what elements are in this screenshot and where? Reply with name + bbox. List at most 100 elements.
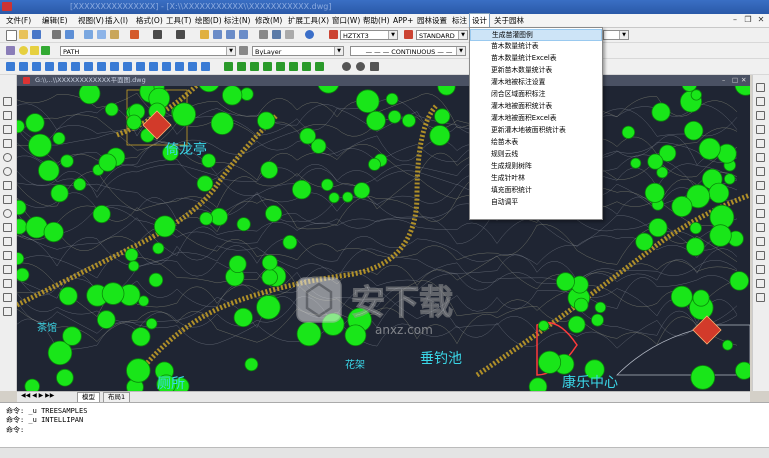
list-icon[interactable]: [201, 62, 210, 71]
menu-item-tree-count-table[interactable]: 苗木数量统计表: [470, 41, 602, 53]
design-center-icon[interactable]: [272, 30, 281, 39]
command-window[interactable]: 命令: _u TREESAMPLES 命令: _u INTELLIPAN 命令:: [0, 402, 769, 448]
close-icon[interactable]: ✕: [756, 15, 766, 25]
restore-icon[interactable]: ❐: [743, 15, 753, 25]
ellipse-tool-icon[interactable]: [3, 209, 12, 218]
zoom-window-icon[interactable]: [226, 30, 235, 39]
row-tool-icon[interactable]: [289, 62, 298, 71]
doc-restore-icon[interactable]: □: [732, 75, 738, 86]
make-block-tool-icon[interactable]: [3, 237, 12, 246]
polyline-icon[interactable]: [32, 62, 41, 71]
trim-tool-icon[interactable]: [756, 209, 765, 218]
scale-tool-icon[interactable]: [315, 62, 324, 71]
extend-tool-icon[interactable]: [756, 223, 765, 232]
break-tool-icon[interactable]: [756, 237, 765, 246]
menu-design[interactable]: 设计: [469, 13, 490, 28]
menu-item-closed-area-label[interactable]: 闭合区域面积标注: [470, 89, 602, 101]
paste-icon[interactable]: [110, 30, 119, 39]
dimension-icon[interactable]: [149, 62, 158, 71]
replace-tool-icon[interactable]: [302, 62, 311, 71]
menu-item-shrub-area-table[interactable]: 灌木地被面积统计表: [470, 101, 602, 113]
menu-annotate[interactable]: 标注: [450, 14, 469, 27]
help-icon[interactable]: [305, 30, 314, 39]
menu-item-shrub-area-excel[interactable]: 灌木地被面积Excel表: [470, 113, 602, 125]
block-icon[interactable]: [110, 62, 119, 71]
line-tool-icon[interactable]: [3, 97, 12, 106]
menu-item-generate-legend[interactable]: 生成苗灌图例: [470, 29, 602, 41]
table-style-select[interactable]: ▼: [603, 30, 629, 40]
circle-icon[interactable]: [45, 62, 54, 71]
print-preview-icon[interactable]: [65, 30, 74, 39]
gradient-tool-icon[interactable]: [3, 279, 12, 288]
new-file-icon[interactable]: [6, 30, 17, 41]
menu-item-shrub-label-settings[interactable]: 灌木地被标注设置: [470, 77, 602, 89]
menu-item-update-shrub-area[interactable]: 更新灌木地被面积统计表: [470, 125, 602, 137]
menu-file[interactable]: 文件(F): [4, 14, 33, 27]
doc-close-icon[interactable]: ✕: [741, 75, 746, 86]
zoom-previous-icon[interactable]: [239, 30, 248, 39]
menu-window[interactable]: 窗口(W): [330, 14, 362, 27]
shrub-tool-icon[interactable]: [237, 62, 246, 71]
mirror-tool-icon[interactable]: [756, 111, 765, 120]
command-prompt[interactable]: 命令:: [6, 426, 24, 435]
circle-tool-icon[interactable]: [3, 167, 12, 176]
polygon-icon[interactable]: [84, 62, 93, 71]
drawing-canvas[interactable]: 倚龙亭 茶馆 垂钓池 厕所 康乐中心 花架 安下载 anxz.com: [17, 75, 750, 391]
print-icon[interactable]: [52, 30, 61, 39]
stretch-tool-icon[interactable]: [756, 195, 765, 204]
menu-item-auto-level[interactable]: 自动调平: [470, 197, 602, 209]
fillet-tool-icon[interactable]: [756, 279, 765, 288]
table-tool-icon[interactable]: [3, 307, 12, 316]
point-tool-icon[interactable]: [3, 251, 12, 260]
options-gear-icon[interactable]: [356, 62, 365, 71]
rectangle-tool-icon[interactable]: [3, 139, 12, 148]
measure-icon[interactable]: [175, 62, 184, 71]
spline-tool-icon[interactable]: [3, 195, 12, 204]
undo-icon[interactable]: [153, 30, 162, 39]
text-style-select[interactable]: HZTXT3 ▼: [340, 30, 398, 40]
settings-gear-icon[interactable]: [342, 62, 351, 71]
arc-icon[interactable]: [58, 62, 67, 71]
table-icon[interactable]: [162, 62, 171, 71]
menu-item-tree-array[interactable]: 生成规则树阵: [470, 161, 602, 173]
layer-manager-icon[interactable]: [6, 46, 15, 55]
menu-view[interactable]: 视图(V): [76, 14, 106, 27]
menu-dimension[interactable]: 标注(N): [222, 14, 252, 27]
menu-edit[interactable]: 编辑(E): [40, 14, 70, 27]
menu-insert[interactable]: 插入(I): [103, 14, 130, 27]
chamfer-tool-icon[interactable]: [756, 265, 765, 274]
menu-format[interactable]: 格式(O): [134, 14, 165, 27]
match-properties-icon[interactable]: [130, 30, 139, 39]
explode-tool-icon[interactable]: [756, 293, 765, 302]
insert-block-tool-icon[interactable]: [3, 223, 12, 232]
properties-icon[interactable]: [259, 30, 268, 39]
menu-draw[interactable]: 绘图(D): [193, 14, 224, 27]
redo-icon[interactable]: [176, 30, 185, 39]
plugin-icon[interactable]: [370, 62, 379, 71]
tool-palettes-icon[interactable]: [285, 30, 294, 39]
hatch-icon[interactable]: [97, 62, 106, 71]
scale-modify-tool-icon[interactable]: [756, 181, 765, 190]
cloud-tool-icon[interactable]: [3, 181, 12, 190]
zoom-realtime-icon[interactable]: [213, 30, 222, 39]
menu-about-garden[interactable]: 关于园林: [492, 14, 526, 27]
menu-extension-tools[interactable]: 扩展工具(X): [286, 14, 331, 27]
doc-minimize-icon[interactable]: –: [722, 75, 725, 86]
select-icon[interactable]: [6, 62, 15, 71]
menu-item-update-tree-count[interactable]: 更新苗木数量统计表: [470, 65, 602, 77]
document-tab[interactable]: G:\\...\\XXXXXXXXXXXX平面图.dwg – □ ✕: [17, 75, 750, 86]
text-icon[interactable]: [136, 62, 145, 71]
pan-icon[interactable]: [200, 30, 209, 39]
menu-help[interactable]: 帮助(H): [361, 14, 392, 27]
xline-tool-icon[interactable]: [3, 111, 12, 120]
offset-tool-icon[interactable]: [756, 125, 765, 134]
menu-item-fill-area-stats[interactable]: 填充面积统计: [470, 185, 602, 197]
copy-icon[interactable]: [97, 30, 106, 39]
rotate-tool-icon[interactable]: [756, 167, 765, 176]
menu-modify[interactable]: 修改(M): [253, 14, 284, 27]
make-current-layer-icon[interactable]: [239, 46, 248, 55]
tree-tool-icon[interactable]: [224, 62, 233, 71]
save-icon[interactable]: [32, 30, 41, 39]
menu-garden-settings[interactable]: 园林设置: [415, 14, 449, 27]
tab-nav-arrows[interactable]: ◀◀ ◀ ▶ ▶▶: [21, 392, 54, 399]
